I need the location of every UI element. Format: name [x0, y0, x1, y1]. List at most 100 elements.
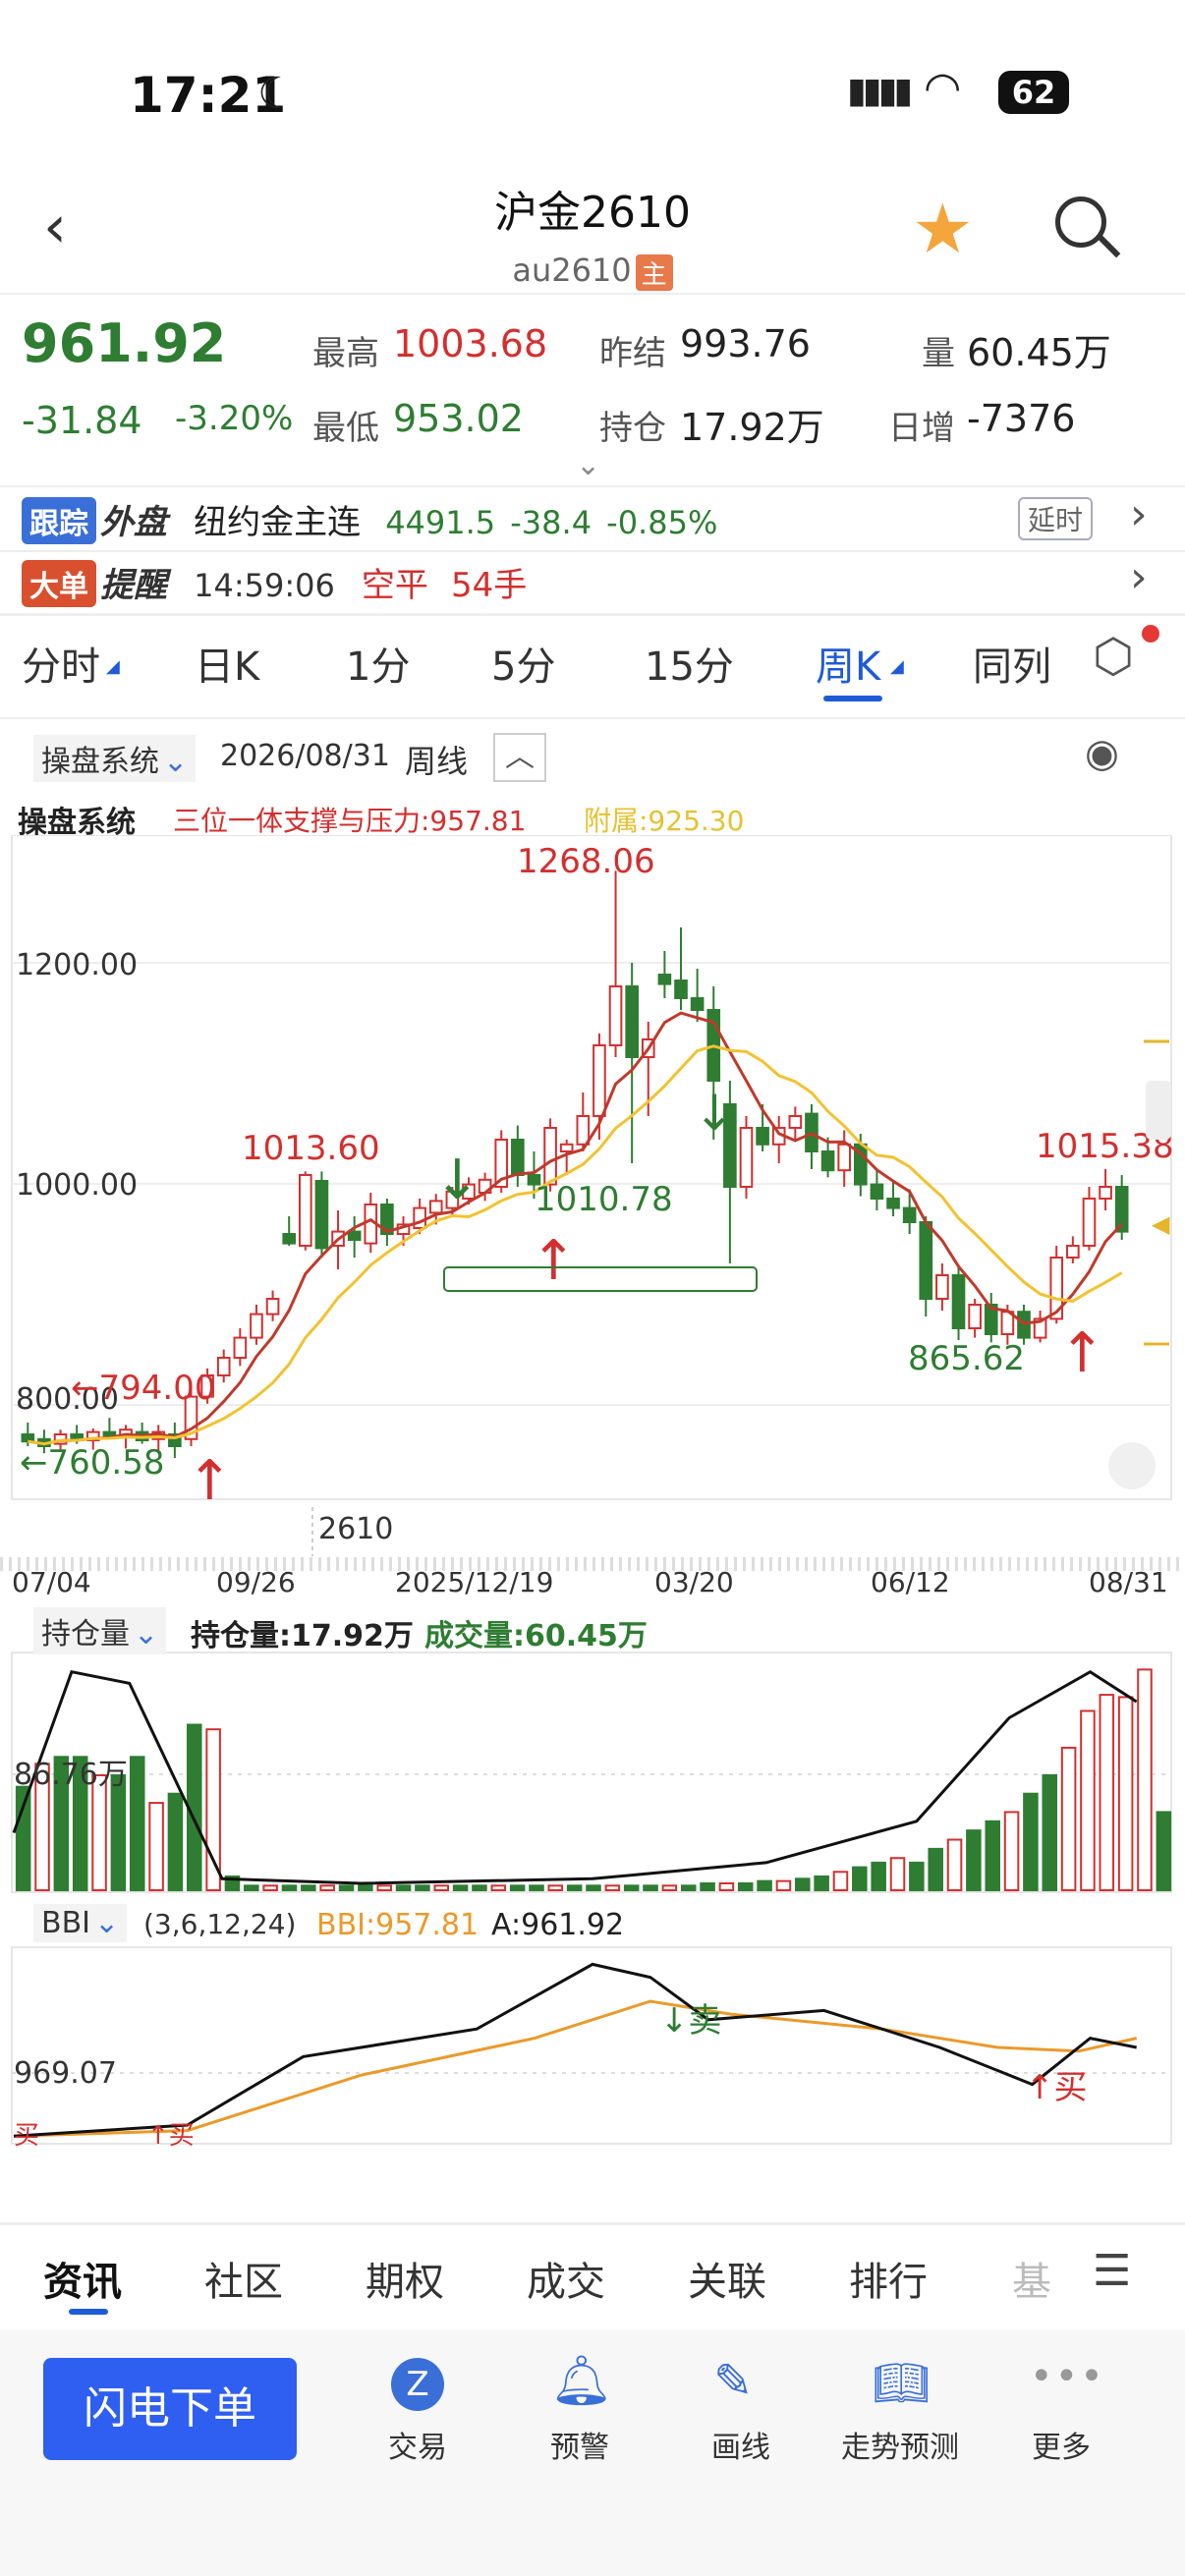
draw-line-button[interactable]: 画线: [662, 2423, 819, 2466]
tab-15min[interactable]: 15分: [645, 635, 734, 692]
foreign-pct: -0.85%: [606, 504, 718, 541]
star-icon[interactable]: ★: [912, 189, 974, 269]
candle-body: [511, 1139, 525, 1176]
foreign-price: 4491.5: [385, 504, 496, 541]
volume-bar: [909, 1861, 925, 1892]
bbi-selector[interactable]: BBI ⌄: [33, 1904, 128, 1942]
delay-badge: 延时: [1018, 497, 1094, 540]
last-price: 961.92: [22, 312, 227, 374]
volume-bar: [472, 1884, 487, 1891]
candle-body: [298, 1174, 312, 1247]
foreign-name: 纽约金主连: [194, 503, 362, 542]
tab-daily[interactable]: 日K: [195, 635, 259, 692]
divider: [0, 613, 1185, 616]
oi-level-label: 86.76万: [14, 1758, 128, 1792]
candle-body: [21, 1433, 35, 1443]
contract-marker: 2610: [318, 1512, 393, 1546]
tab-timeshare[interactable]: 分时: [22, 635, 100, 692]
bbi-sell-marker: ↓卖: [660, 2001, 722, 2041]
tab-ranking[interactable]: 排行: [849, 2250, 928, 2307]
price-pointer-icon: ◀: [1152, 1210, 1170, 1238]
candle-body: [592, 1044, 606, 1117]
volume-bar: [946, 1838, 963, 1892]
indicator-selector[interactable]: 操盘系统 ⌄: [33, 735, 197, 782]
alert-button[interactable]: 预警: [501, 2423, 658, 2466]
candle-body: [347, 1230, 362, 1242]
row-chevron-icon[interactable]: ›: [1130, 552, 1148, 602]
low-value: 953.02: [393, 397, 524, 440]
settings-hex-icon[interactable]: ⬡: [1093, 629, 1134, 684]
tab-trades[interactable]: 成交: [527, 2250, 605, 2307]
volume-bar: [623, 1884, 640, 1891]
candle-body: [1082, 1198, 1097, 1247]
candle-body: [674, 980, 688, 999]
volume-bar: [852, 1866, 868, 1891]
arrow-up-icon: ↑: [531, 1229, 577, 1293]
y-label-1000: 1000.00: [16, 1168, 138, 1203]
high-marker-label: 1268.06: [517, 842, 655, 881]
eye-icon[interactable]: ◉: [1085, 731, 1119, 776]
trend-forecast-button[interactable]: 走势预测: [821, 2423, 979, 2466]
oi-selector[interactable]: 持仓量 ⌄: [33, 1607, 167, 1654]
indicator-selector-label: 操盘系统: [41, 745, 159, 779]
divider: [0, 2222, 1185, 2225]
menu-icon[interactable]: ☰: [1093, 2246, 1131, 2296]
candlestick-chart[interactable]: 1200.00 1000.00 800.00 1268.06 1013.60 1…: [0, 835, 1185, 2191]
volume-bar: [1060, 1746, 1077, 1891]
foreign-market-row[interactable]: 跟踪 外盘 纽约金主连 4491.5 -38.4 -0.85%: [22, 495, 1171, 544]
trade-button[interactable]: 交易: [339, 2423, 496, 2466]
candle-body: [919, 1221, 933, 1300]
arrow-down-icon: ↓: [434, 1148, 480, 1212]
flash-order-button[interactable]: 闪电下单: [43, 2358, 297, 2460]
volume-bar: [966, 1829, 982, 1891]
y-label-1200: 1200.00: [16, 948, 138, 982]
price-change: -31.84: [22, 399, 142, 442]
open-interest-label: 持仓: [599, 409, 666, 448]
side-handle[interactable]: [1146, 1081, 1171, 1140]
tab-fundamentals[interactable]: 基: [1012, 2250, 1051, 2307]
candle-body: [935, 1274, 949, 1300]
moon-icon: ☾: [257, 69, 297, 119]
divider: [0, 293, 1185, 295]
trend-forecast-icon: 📖︎: [873, 2356, 931, 2409]
alert-time: 14:59:06: [194, 567, 335, 604]
candle-body: [951, 1274, 966, 1329]
candle-body: [1066, 1245, 1080, 1259]
tab-weekly[interactable]: 周K: [816, 635, 880, 692]
contract-code: au2610 主: [0, 252, 1185, 291]
big-order-alert-row[interactable]: 大单 提醒 14:59:06 空平 54手: [22, 558, 1171, 607]
more-button[interactable]: 更多: [983, 2423, 1140, 2466]
expand-chevron-icon[interactable]: ⌄: [576, 448, 600, 482]
volume-bar: [110, 1774, 127, 1891]
tab-related[interactable]: 关联: [688, 2250, 766, 2307]
candle-body: [1099, 1186, 1112, 1200]
volume-bar: [795, 1877, 811, 1892]
candle-body: [739, 1127, 754, 1188]
candle-body: [886, 1198, 900, 1209]
tab-community[interactable]: 社区: [204, 2250, 283, 2307]
volume-bar: [490, 1884, 507, 1891]
tab-peer[interactable]: 同列: [973, 635, 1051, 692]
tab-active-underline: [823, 696, 882, 701]
low-label: 最低: [312, 409, 379, 448]
chevron-down-icon: ⌄: [163, 745, 189, 779]
candle-body: [788, 1115, 803, 1129]
arrow-down-icon: ↓: [694, 1085, 735, 1142]
row-chevron-icon[interactable]: ›: [1130, 489, 1148, 539]
x-tick-5: 08/31: [1089, 1566, 1168, 1598]
alert-action: 空平: [361, 566, 428, 605]
fullscreen-button[interactable]: [1108, 1442, 1156, 1489]
volume-bar: [700, 1881, 715, 1891]
tab-5min[interactable]: 5分: [491, 635, 555, 692]
tab-options[interactable]: 期权: [366, 2250, 444, 2307]
collapse-button[interactable]: ︿: [493, 733, 546, 782]
candle-body: [837, 1143, 852, 1172]
volume-bar: [1099, 1694, 1115, 1891]
label-1013: 1013.60: [242, 1129, 380, 1168]
page-title: 沪金2610: [494, 188, 691, 238]
a-line: [13, 1962, 1137, 2138]
tab-1min[interactable]: 1分: [346, 635, 410, 692]
volume-bar: [985, 1820, 1001, 1891]
tab-news[interactable]: 资讯: [43, 2250, 122, 2307]
divider: [0, 550, 1185, 552]
